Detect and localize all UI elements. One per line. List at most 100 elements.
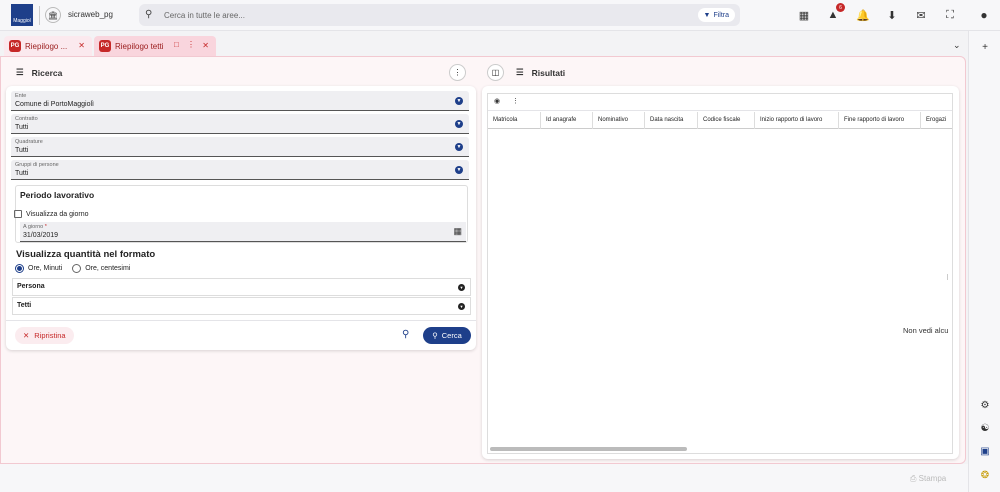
horizontal-scrollbar[interactable] (490, 447, 687, 451)
field-value: Comune di PortoMaggiolì (15, 101, 94, 108)
grid-toolbar: ◉ ⋮ (488, 94, 952, 111)
ripristina-button[interactable]: ✕ Ripristina (15, 327, 74, 344)
app-title: sicraweb_pg (68, 10, 113, 19)
fullscreen-icon[interactable]: ⛶ (942, 7, 958, 23)
checkbox-label: Visualizza da giorno (26, 210, 89, 218)
filter-icon: ▼ (703, 11, 711, 19)
panel-toggle-button[interactable]: ◫ (487, 64, 504, 81)
expand-icon[interactable]: ▼ (458, 303, 465, 310)
scroll-indicator (947, 274, 948, 280)
column-header[interactable]: Inizio rapporto di lavoro (755, 112, 839, 129)
account-icon[interactable]: ● (976, 7, 992, 23)
field-value: Tutti (15, 170, 29, 177)
global-search[interactable]: ⚲ Cerca in tutte le aree... ▼ Filtra (139, 4, 740, 26)
accordion-label: Persona (17, 283, 45, 290)
bottom-bar (0, 464, 968, 492)
column-header[interactable]: Data nascita (645, 112, 698, 129)
quadrature-field[interactable]: Quadrature Tutti ▼ (11, 137, 469, 157)
radio-ore-minuti[interactable]: Ore, Minuti (15, 264, 62, 273)
date-label: A giorno (23, 224, 44, 230)
gruppi-field[interactable]: Gruppi di persone Tutti ▼ (11, 160, 469, 180)
field-label: Ente (15, 93, 27, 99)
radio-button[interactable] (15, 264, 24, 273)
chevron-down-icon[interactable]: ▼ (455, 166, 463, 174)
formato-title: Visualizza quantità nel formato (16, 249, 156, 260)
column-header[interactable]: Matricola (488, 112, 541, 129)
chevron-down-icon[interactable]: ▼ (455, 120, 463, 128)
column-header[interactable]: Erogazi (921, 112, 952, 129)
expand-icon[interactable]: ▼ (458, 284, 465, 291)
pg-icon: PG (99, 40, 111, 52)
stampa-button[interactable]: ⎙ Stampa (910, 474, 946, 484)
search-placeholder[interactable]: Cerca in tutte le aree... (164, 11, 245, 20)
column-header[interactable]: Id anagrafe (541, 112, 593, 129)
gear-icon[interactable]: ⚙ (977, 397, 993, 413)
results-grid: ◉ ⋮ Matricola Id anagrafe Nominativo Dat… (487, 93, 953, 454)
a-giorno-field[interactable]: A giorno * 31/03/2019 ▦ (20, 222, 466, 242)
alert-count-badge: 6 (836, 3, 845, 12)
chevron-down-icon[interactable]: ▼ (455, 97, 463, 105)
chevron-down-icon[interactable]: ⌄ (953, 40, 961, 51)
close-icon[interactable]: ✕ (202, 41, 209, 50)
institution-icon[interactable]: 🏛 (45, 7, 61, 23)
dashboard-icon[interactable]: ▦ (796, 7, 812, 23)
chevron-down-icon[interactable]: ▼ (455, 143, 463, 151)
visualizza-da-giorno-row[interactable]: Visualizza da giorno (14, 210, 89, 218)
ricerca-title: Ricerca (31, 67, 63, 78)
filter-button[interactable]: ▼ Filtra (697, 8, 735, 22)
button-label: Stampa (918, 474, 947, 483)
accordion-persona[interactable]: Persona ▼ (12, 278, 471, 296)
date-value[interactable]: 31/03/2019 (23, 232, 58, 239)
column-header[interactable]: Nominativo (593, 112, 645, 129)
tab-label: Riepilogo ... (25, 41, 68, 51)
calendar-icon[interactable]: ▦ (453, 226, 462, 237)
list-icon: ☰ (516, 67, 524, 77)
radio-ore-centesimi[interactable]: Ore, centesimi (72, 264, 130, 273)
right-rail: + ⚙ ☯ ▣ ❂ (968, 31, 1000, 492)
cerca-button[interactable]: ⚲ Cerca (423, 327, 471, 344)
more-icon[interactable]: ⋮ (512, 97, 519, 105)
download-icon[interactable]: ⬇ (884, 7, 900, 23)
tab-riepilogo-tetti[interactable]: PG Riepilogo tetti □ ⋮ ✕ (94, 36, 216, 56)
add-icon[interactable]: + (977, 39, 993, 55)
button-label: Cerca (441, 331, 462, 340)
column-header[interactable]: Codice fiscale (698, 112, 755, 129)
mail-icon[interactable]: ✉ (913, 7, 929, 23)
accordion-tetti[interactable]: Tetti ▼ (12, 297, 471, 315)
print-icon: ⎙ (910, 474, 917, 483)
contratto-field[interactable]: Contratto Tutti ▼ (11, 114, 469, 134)
ricerca-card: Ente Comune di PortoMaggiolì ▼ Contratto… (6, 86, 476, 350)
pin-icon[interactable]: □ (174, 40, 179, 49)
ente-field[interactable]: Ente Comune di PortoMaggiolì ▼ (11, 91, 469, 111)
pg-icon: PG (9, 40, 21, 52)
tab-label: Riepilogo tetti (115, 41, 164, 51)
search-icon: ⚲ (432, 331, 438, 340)
ricerca-more-button[interactable]: ⋮ (449, 64, 466, 81)
checkbox[interactable] (14, 210, 22, 218)
tab-bar: PG Riepilogo ... ✕ PG Riepilogo tetti □ … (0, 34, 968, 56)
formato-radio-group: Ore, Minuti Ore, centesimi (15, 264, 130, 273)
zoom-in-icon[interactable]: ⚲ (402, 329, 409, 340)
field-label: Quadrature (15, 139, 43, 145)
button-label: Ripristina (34, 331, 66, 340)
field-label: A giorno * (23, 224, 47, 230)
bell-icon[interactable]: 🔔 (855, 7, 871, 23)
radio-button[interactable] (72, 264, 82, 273)
accessibility-icon[interactable]: ☯ (977, 420, 993, 436)
more-icon[interactable]: ⋮ (187, 40, 195, 49)
eye-icon[interactable]: ◉ (494, 97, 500, 105)
logo-text: Maggiol (13, 18, 31, 24)
tab-riepilogo[interactable]: PG Riepilogo ... ✕ (4, 36, 92, 56)
radio-label: Ore, centesimi (85, 265, 131, 272)
risultati-card: ◉ ⋮ Matricola Id anagrafe Nominativo Dat… (482, 86, 959, 459)
accordion-label: Tetti (17, 302, 32, 309)
support-icon[interactable]: ❂ (977, 467, 993, 483)
field-value: Tutti (15, 147, 29, 154)
close-icon[interactable]: ✕ (78, 41, 85, 50)
empty-message: Non vedi alcu (903, 326, 949, 335)
chat-icon[interactable]: ▣ (977, 443, 993, 459)
field-label: Contratto (15, 116, 38, 122)
risultati-header: ☰ Risultati (516, 67, 565, 78)
column-header[interactable]: Fine rapporto di lavoro (839, 112, 921, 129)
field-value: Tutti (15, 124, 29, 131)
